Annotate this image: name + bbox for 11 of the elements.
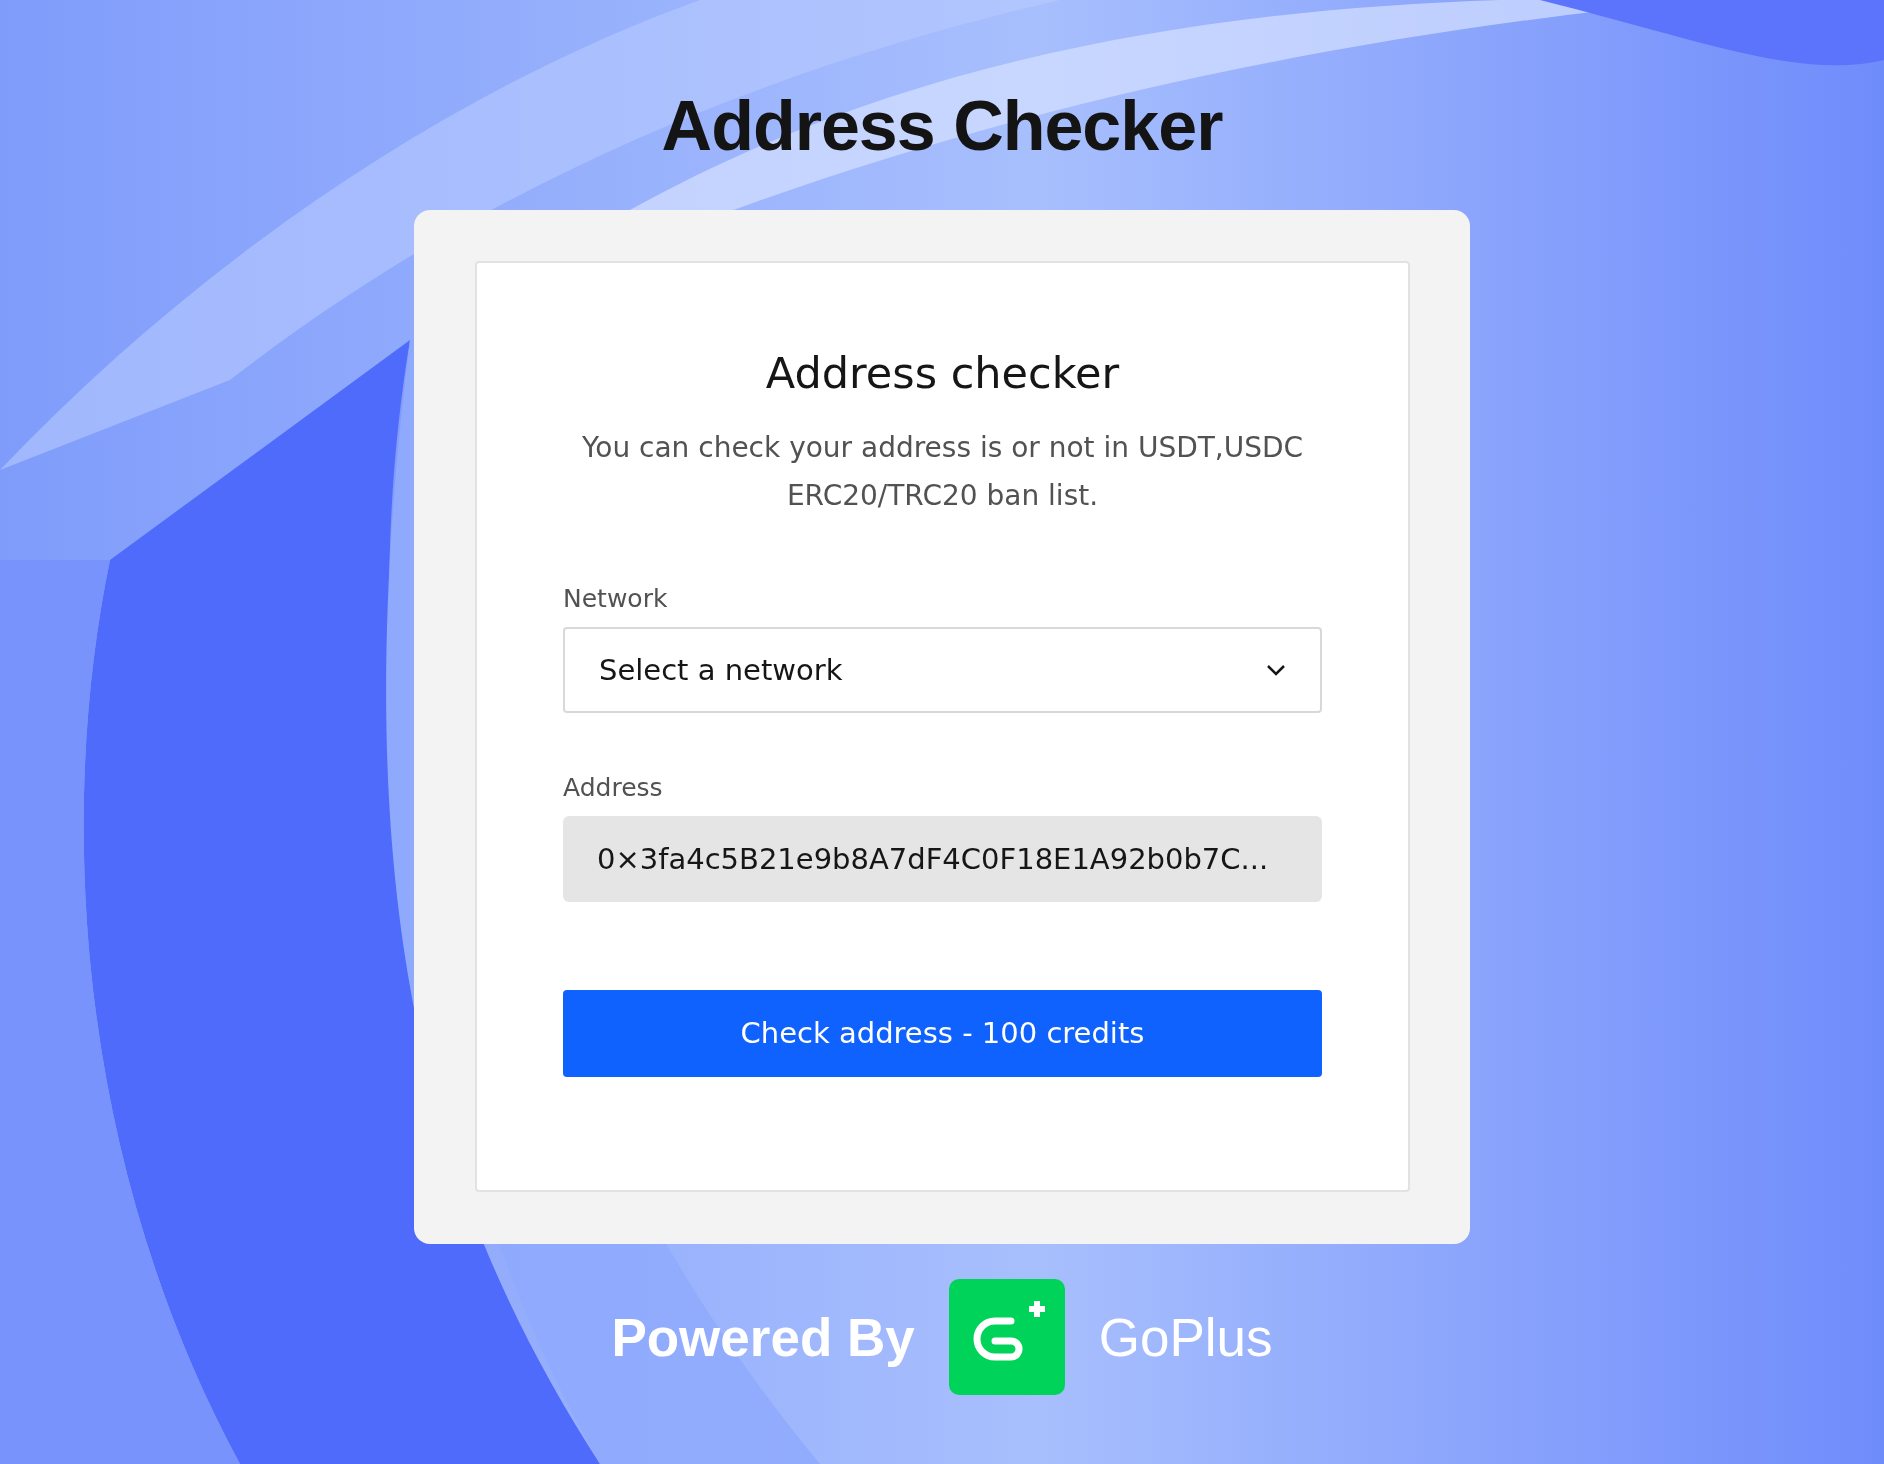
- powered-by-text: Powered By: [611, 1306, 915, 1368]
- check-address-button[interactable]: Check address - 100 credits: [563, 989, 1322, 1077]
- field-label: Address: [563, 772, 663, 802]
- brand-name: GoPlus: [1098, 1306, 1273, 1368]
- chevron-down-icon: [1266, 663, 1286, 676]
- page-title: Address Checker: [661, 86, 1223, 167]
- field-label: Network: [563, 583, 668, 613]
- form-description: You can check your address is or not in USDT,USDC ERC20/TRC20 ban list.: [580, 429, 1305, 514]
- logo-icon: [948, 1279, 1065, 1395]
- form-heading: Address checker: [764, 348, 1121, 400]
- network-select[interactable]: Select a network: [563, 626, 1322, 713]
